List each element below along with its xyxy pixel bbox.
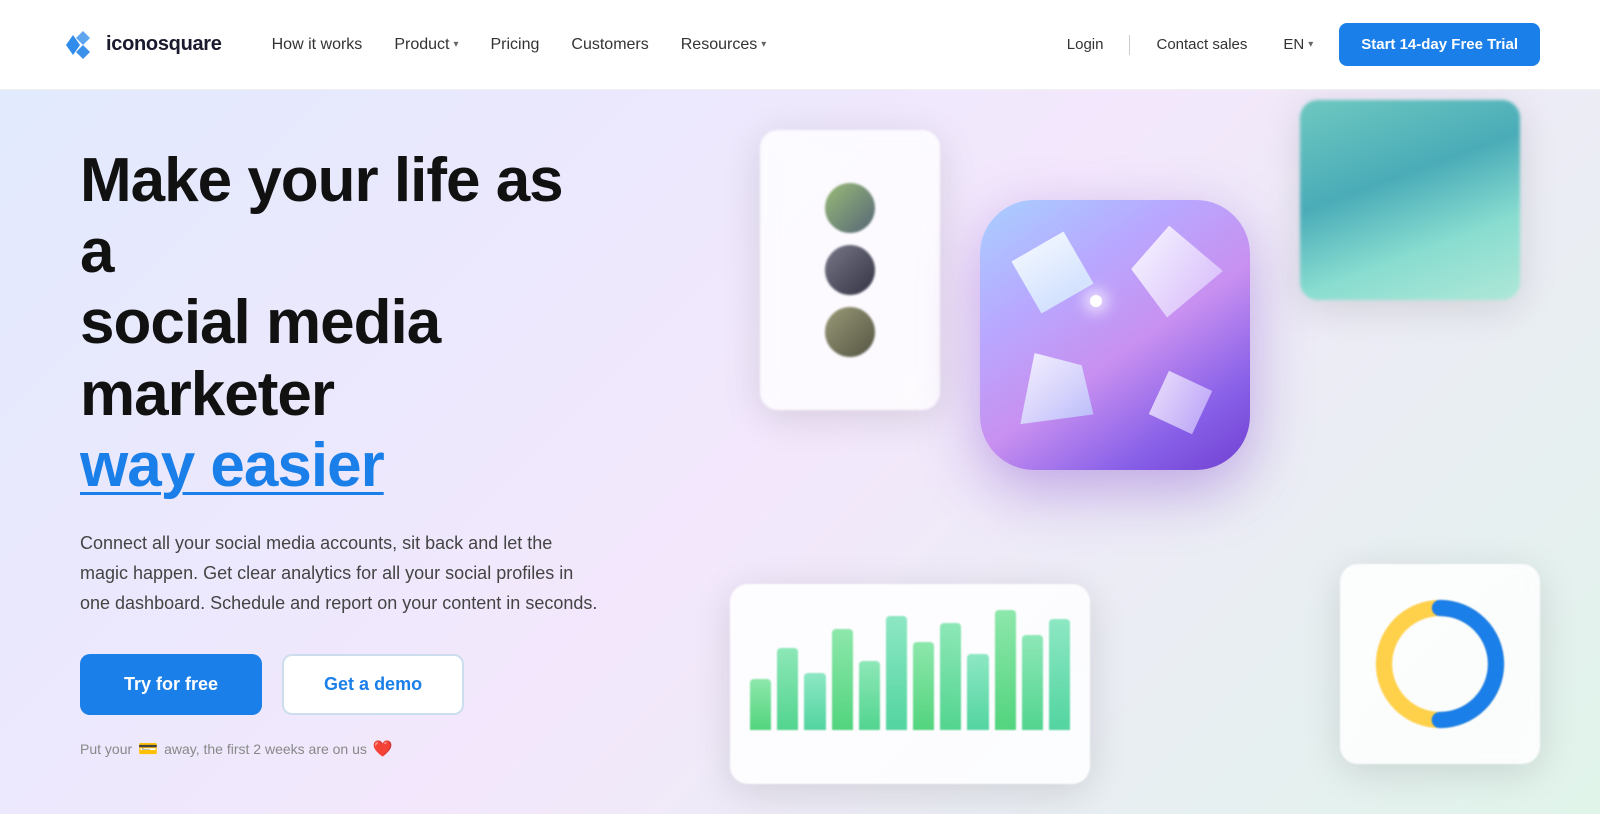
hero-ui-decoration bbox=[700, 90, 1600, 814]
chart-bar bbox=[777, 648, 798, 730]
shard-2 bbox=[1125, 218, 1229, 322]
chart-bar bbox=[1049, 619, 1070, 730]
hero-highlight-text: way easier bbox=[80, 431, 384, 500]
brand-name: iconosquare bbox=[106, 33, 222, 56]
hero-content: Make your life as a social media markete… bbox=[0, 90, 680, 814]
nav-divider bbox=[1129, 35, 1130, 55]
credit-card-icon: 💳 bbox=[138, 739, 158, 759]
chart-bar bbox=[832, 629, 853, 730]
contact-sales-link[interactable]: Contact sales bbox=[1146, 28, 1257, 61]
donut-card bbox=[1340, 564, 1540, 764]
navbar-right: Login Contact sales EN ▾ Start 14-day Fr… bbox=[1057, 23, 1540, 66]
chart-bar bbox=[1022, 635, 1043, 730]
hero-buttons: Try for free Get a demo bbox=[80, 654, 600, 715]
product-chevron-icon: ▾ bbox=[453, 39, 458, 50]
avatar-3 bbox=[825, 307, 875, 357]
shard-3 bbox=[1012, 352, 1099, 439]
chart-bar bbox=[940, 623, 961, 730]
logo-area[interactable]: iconosquare bbox=[60, 27, 222, 63]
profiles-card bbox=[760, 130, 940, 410]
app-icon-inner bbox=[980, 200, 1250, 470]
avatar-2 bbox=[825, 245, 875, 295]
get-demo-button[interactable]: Get a demo bbox=[282, 654, 464, 715]
app-icon bbox=[980, 200, 1250, 470]
nav-customers[interactable]: Customers bbox=[557, 28, 662, 62]
language-selector[interactable]: EN ▾ bbox=[1273, 28, 1323, 61]
chart-bars bbox=[750, 600, 1070, 730]
chart-bar bbox=[750, 679, 771, 730]
chart-bar bbox=[913, 642, 934, 730]
brand-logo-icon bbox=[60, 27, 96, 63]
analytics-card bbox=[730, 584, 1090, 784]
hero-headline: Make your life as a social media markete… bbox=[80, 145, 600, 501]
photo-card bbox=[1300, 100, 1520, 300]
avatar-1 bbox=[825, 183, 875, 233]
resources-chevron-icon: ▾ bbox=[761, 39, 766, 50]
login-link[interactable]: Login bbox=[1057, 28, 1114, 61]
app-icon-wrap bbox=[980, 200, 1250, 470]
nav-links: How it works Product ▾ Pricing Customers… bbox=[258, 28, 781, 62]
hero-section: Make your life as a social media markete… bbox=[0, 90, 1600, 814]
hero-subtext: Connect all your social media accounts, … bbox=[80, 529, 600, 618]
lang-chevron-icon: ▾ bbox=[1308, 39, 1313, 50]
try-for-free-button[interactable]: Try for free bbox=[80, 654, 262, 715]
nav-how-it-works[interactable]: How it works bbox=[258, 28, 377, 62]
chart-bar bbox=[859, 661, 880, 730]
sparkle-icon bbox=[1090, 295, 1102, 307]
nav-pricing[interactable]: Pricing bbox=[476, 28, 553, 62]
start-trial-button[interactable]: Start 14-day Free Trial bbox=[1339, 23, 1540, 66]
chart-bar bbox=[995, 610, 1016, 730]
navbar: iconosquare How it works Product ▾ Prici… bbox=[0, 0, 1600, 90]
chart-bar bbox=[886, 616, 907, 730]
photo-card-inner bbox=[1300, 100, 1520, 300]
chart-bar bbox=[804, 673, 825, 730]
nav-resources[interactable]: Resources ▾ bbox=[667, 28, 781, 62]
shard-1 bbox=[1000, 220, 1104, 324]
shard-4 bbox=[1132, 354, 1228, 450]
chart-bar bbox=[967, 654, 988, 730]
navbar-left: iconosquare How it works Product ▾ Prici… bbox=[60, 27, 780, 63]
donut-chart bbox=[1370, 594, 1510, 734]
heart-icon: ❤️ bbox=[373, 739, 393, 759]
hero-footnote: Put your 💳 away, the first 2 weeks are o… bbox=[80, 739, 600, 759]
nav-product[interactable]: Product ▾ bbox=[380, 28, 472, 62]
